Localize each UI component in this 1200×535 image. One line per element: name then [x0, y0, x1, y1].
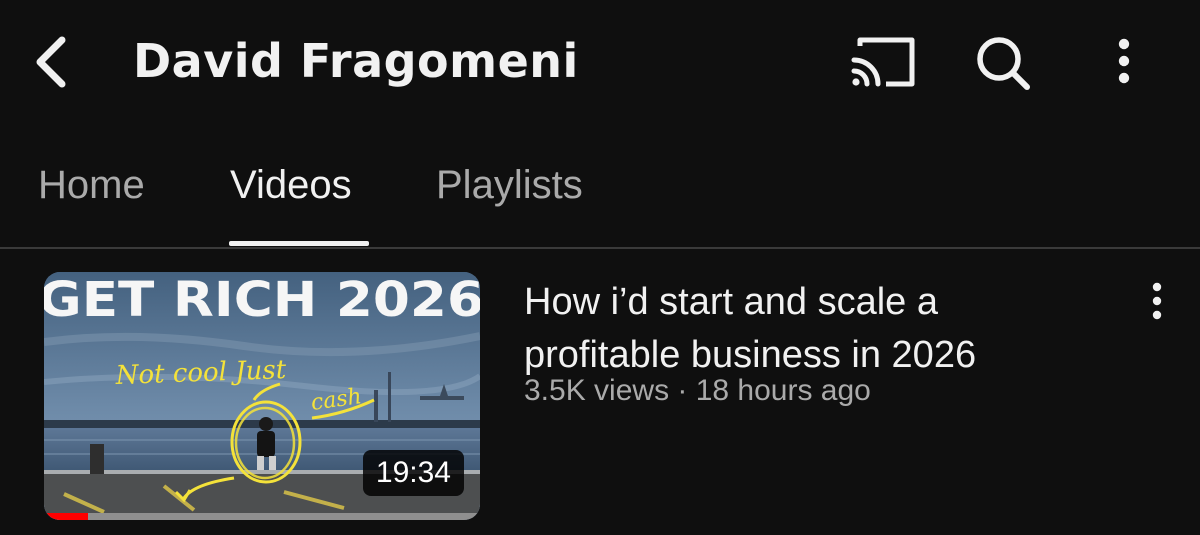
watch-progress-track: [44, 513, 480, 520]
search-button[interactable]: [972, 30, 1034, 94]
tab-playlists[interactable]: Playlists: [436, 163, 583, 208]
back-arrow-icon: [36, 36, 66, 88]
back-button[interactable]: [28, 30, 78, 94]
channel-tabs: Home Videos Playlists: [0, 125, 1200, 248]
more-vertical-icon: [1152, 282, 1162, 320]
video-thumbnail[interactable]: GET RICH 2026 Not cool Just cash 19:34: [44, 272, 480, 520]
watch-progress-fill: [44, 513, 88, 520]
cast-button[interactable]: [848, 30, 918, 94]
active-tab-indicator: [229, 241, 369, 246]
video-list-item: GET RICH 2026 Not cool Just cash 19:34 H…: [0, 270, 1200, 530]
cast-icon: [851, 37, 915, 87]
tab-home[interactable]: Home: [38, 163, 145, 208]
top-app-bar: David Fragomeni: [0, 0, 1200, 125]
video-more-button[interactable]: [1138, 278, 1176, 328]
channel-title: David Fragomeni: [133, 34, 579, 88]
thumbnail-handwriting-1: Not cool Just: [114, 355, 287, 391]
video-meta: 3.5K views · 18 hours ago: [524, 374, 871, 407]
thumbnail-headline: GET RICH 2026: [44, 272, 480, 328]
tabs-divider: [0, 247, 1200, 249]
channel-page: David Fragomeni Home Videos Playlists GE…: [0, 0, 1200, 535]
video-duration-badge: 19:34: [362, 450, 464, 496]
more-vertical-icon: [1118, 38, 1130, 84]
search-icon: [977, 37, 1030, 90]
tab-videos[interactable]: Videos: [230, 163, 352, 208]
more-options-button[interactable]: [1102, 30, 1146, 94]
video-title[interactable]: How i’d start and scale a profitable bus…: [524, 276, 1084, 382]
